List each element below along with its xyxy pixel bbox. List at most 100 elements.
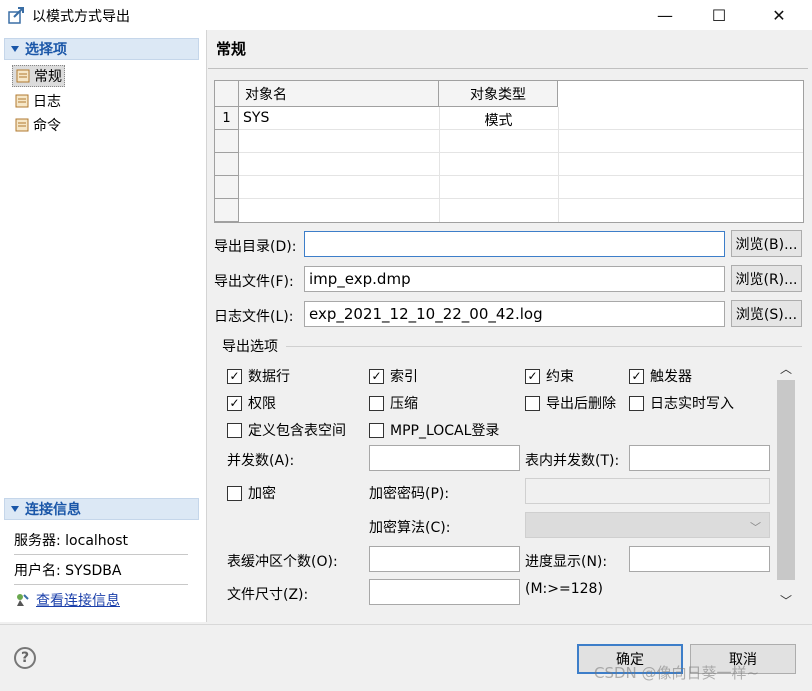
view-connection-label: 查看连接信息 — [36, 593, 120, 609]
column-header-object-type[interactable]: 对象类型 — [439, 81, 558, 107]
checkbox-label: MPP_LOCAL登录 — [390, 423, 500, 439]
table-parallel-label: 表内并发数(T): — [525, 453, 620, 469]
checkbox-box[interactable] — [227, 485, 242, 501]
row-header[interactable] — [215, 199, 239, 222]
group-divider — [286, 346, 802, 347]
server-info: 服务器: localhost — [14, 525, 188, 555]
chevron-down-icon: ﹀ — [750, 521, 761, 534]
page-icon — [15, 118, 29, 132]
checkbox-box[interactable] — [629, 395, 644, 411]
checkbox-drop-after-export[interactable]: 导出后删除 — [525, 393, 616, 413]
file-size-label: 文件尺寸(Z): — [227, 587, 309, 603]
browse-dir-button[interactable]: 浏览(B)... — [731, 230, 802, 257]
page-icon — [16, 69, 30, 83]
buffer-count-input[interactable] — [369, 546, 520, 572]
checkbox-label: 触发器 — [650, 369, 692, 385]
collapse-triangle-icon — [11, 506, 19, 512]
left-panel: 选择项 常规 日志 命令 连接信息 服务器: localhost 用户名: SY… — [0, 30, 207, 622]
checkbox-box[interactable]: ✓ — [629, 368, 644, 384]
connection-icon — [17, 594, 29, 606]
row-header[interactable]: 1 — [215, 107, 239, 130]
checkbox-constraints[interactable]: ✓ 约束 — [525, 366, 574, 386]
table-parallel-input[interactable] — [629, 445, 770, 471]
export-options-group-label: 导出选项 — [222, 339, 278, 355]
connection-section-header[interactable]: 连接信息 — [4, 498, 199, 520]
window-title: 以模式方式导出 — [32, 9, 130, 25]
column-header-object-name[interactable]: 对象名 — [239, 81, 439, 107]
export-file-input[interactable]: imp_exp.dmp — [304, 266, 725, 292]
help-icon[interactable]: ? — [14, 647, 36, 669]
options-section-title: 选择项 — [25, 42, 67, 58]
checkbox-define-tablespace[interactable]: 定义包含表空间 — [227, 420, 346, 440]
browse-file-button[interactable]: 浏览(R)... — [731, 265, 802, 292]
checkbox-data-rows[interactable]: ✓ 数据行 — [227, 366, 290, 386]
checkbox-box[interactable]: ✓ — [369, 368, 384, 384]
checkbox-box[interactable]: ✓ — [227, 368, 242, 384]
log-file-input[interactable]: exp_2021_12_10_22_00_42.log — [304, 301, 725, 327]
row-header[interactable] — [215, 130, 239, 153]
progress-label: 进度显示(N): — [525, 554, 608, 570]
checkbox-label: 索引 — [390, 369, 418, 385]
checkbox-label: 导出后删除 — [546, 396, 616, 412]
checkbox-mpp-local-login[interactable]: MPP_LOCAL登录 — [369, 420, 499, 440]
checkbox-box[interactable] — [227, 422, 242, 438]
table-cell-object-type[interactable]: 模式 — [439, 110, 558, 130]
export-dir-label: 导出目录(D): — [214, 239, 297, 255]
checkbox-box[interactable] — [369, 395, 384, 411]
checkbox-label: 定义包含表空间 — [248, 423, 346, 439]
corner-header — [215, 81, 239, 107]
scroll-up-icon[interactable]: ︿ — [777, 360, 795, 376]
view-connection-link[interactable]: 查看连接信息 — [14, 590, 120, 610]
table-cell-object-name[interactable]: SYS — [243, 110, 269, 126]
checkbox-encrypt[interactable]: 加密 — [227, 483, 276, 503]
log-file-label: 日志文件(L): — [214, 309, 294, 325]
nav-item-label: 常规 — [34, 69, 62, 85]
watermark: CSDN @像向日葵一样~ — [594, 664, 760, 682]
user-info: 用户名: SYSDBA — [14, 555, 188, 585]
nav-item-log[interactable]: 日志 — [12, 90, 63, 112]
connection-section-title: 连接信息 — [25, 502, 81, 518]
scroll-down-icon[interactable]: ﹀ — [777, 592, 795, 608]
row-header[interactable] — [215, 176, 239, 199]
close-button[interactable]: ✕ — [756, 0, 802, 30]
export-dir-input[interactable] — [304, 231, 725, 257]
checkbox-compress[interactable]: 压缩 — [369, 393, 418, 413]
checkbox-log-realtime[interactable]: 日志实时写入 — [629, 393, 734, 413]
encrypt-algorithm-select: ﹀ — [525, 512, 770, 538]
checkbox-label: 约束 — [546, 369, 574, 385]
checkbox-grants[interactable]: ✓ 权限 — [227, 393, 276, 413]
maximize-button[interactable]: ☐ — [696, 0, 742, 30]
checkbox-label: 压缩 — [390, 396, 418, 412]
objects-table[interactable]: 对象名 对象类型 1 SYS 模式 — [214, 80, 804, 223]
column-divider — [558, 107, 559, 222]
nav-item-general[interactable]: 常规 — [12, 65, 65, 87]
checkbox-box[interactable] — [525, 395, 540, 411]
row-divider — [239, 198, 803, 199]
encrypt-password-label: 加密密码(P): — [369, 486, 450, 502]
parallel-label: 并发数(A): — [227, 453, 295, 469]
checkbox-box[interactable]: ✓ — [525, 368, 540, 384]
checkbox-box[interactable]: ✓ — [227, 395, 242, 411]
file-size-hint: (M:>=128) — [525, 581, 603, 597]
encrypt-password-input — [525, 478, 770, 504]
page-icon — [15, 94, 29, 108]
nav-item-command[interactable]: 命令 — [12, 114, 63, 136]
checkbox-index[interactable]: ✓ 索引 — [369, 366, 418, 386]
row-header[interactable] — [215, 153, 239, 176]
export-file-label: 导出文件(F): — [214, 274, 294, 290]
nav-item-label: 日志 — [33, 94, 61, 110]
nav-item-label: 命令 — [33, 118, 61, 134]
page-title: 常规 — [216, 40, 247, 58]
row-divider — [239, 152, 803, 153]
minimize-button[interactable]: — — [642, 0, 688, 30]
checkbox-label: 加密 — [248, 486, 276, 502]
parallel-input[interactable] — [369, 445, 520, 471]
checkbox-triggers[interactable]: ✓ 触发器 — [629, 366, 692, 386]
checkbox-label: 权限 — [248, 396, 276, 412]
browse-log-button[interactable]: 浏览(S)... — [731, 300, 802, 327]
file-size-input[interactable] — [369, 579, 520, 605]
scroll-thumb[interactable] — [777, 380, 795, 580]
progress-input[interactable] — [629, 546, 770, 572]
checkbox-box[interactable] — [369, 422, 384, 438]
options-section-header[interactable]: 选择项 — [4, 38, 199, 60]
